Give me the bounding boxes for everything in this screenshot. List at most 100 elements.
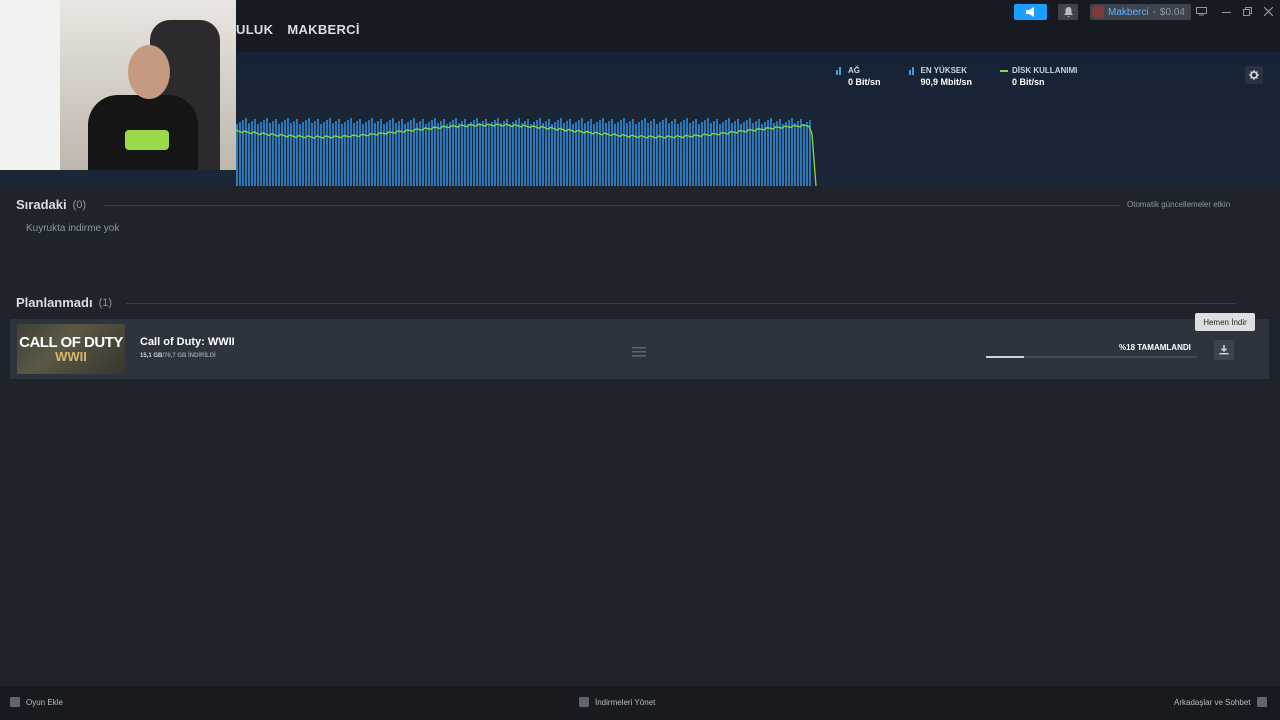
network-bar xyxy=(515,120,517,186)
network-bar xyxy=(344,122,346,186)
queue-count: (0) xyxy=(72,198,87,211)
network-bar xyxy=(479,123,481,186)
bell-icon xyxy=(1063,7,1073,17)
queue-title: Sıradaki xyxy=(16,197,67,212)
network-bar xyxy=(656,124,658,186)
network-bar xyxy=(686,118,688,186)
announcements-button[interactable] xyxy=(1014,4,1047,20)
nav-item-library[interactable]: ULUK xyxy=(236,22,273,37)
notifications-button[interactable] xyxy=(1058,4,1078,20)
network-bar xyxy=(284,120,286,186)
network-bar xyxy=(629,121,631,186)
network-bar xyxy=(542,123,544,186)
section-divider xyxy=(104,205,1120,206)
network-bar xyxy=(737,119,739,186)
network-bar xyxy=(749,118,751,186)
stat-disk-value: 0 Bit/sn xyxy=(1012,77,1045,87)
network-bar xyxy=(533,122,535,186)
network-bar xyxy=(776,121,778,186)
progress-bar xyxy=(986,356,1197,358)
network-bar xyxy=(452,120,454,186)
webcam-shirt-print xyxy=(125,130,169,150)
network-bar xyxy=(527,119,529,186)
network-bar xyxy=(347,120,349,186)
manage-downloads-button[interactable]: İndirmeleri Yönet xyxy=(579,697,655,707)
nav-item-profile[interactable]: MAKBERCİ xyxy=(287,22,359,37)
network-bar xyxy=(269,123,271,186)
network-bar xyxy=(596,122,598,186)
network-bar xyxy=(662,120,664,186)
network-bar xyxy=(449,122,451,186)
download-settings-button[interactable] xyxy=(1245,66,1263,84)
network-bar xyxy=(260,122,262,186)
big-picture-button[interactable] xyxy=(1194,4,1208,18)
account-menu[interactable]: Makberci - $0.04 xyxy=(1090,4,1191,20)
network-bar xyxy=(410,120,412,186)
network-bar xyxy=(518,118,520,186)
network-bar xyxy=(434,118,436,186)
network-bar xyxy=(401,119,403,186)
network-bar xyxy=(695,119,697,186)
network-bar xyxy=(353,123,355,186)
restore-button[interactable] xyxy=(1240,4,1254,18)
network-bar xyxy=(779,119,781,186)
close-button[interactable] xyxy=(1261,4,1275,18)
footer-bar: Oyun Ekle İndirmeleri Yönet Arkadaşlar v… xyxy=(0,686,1280,720)
game-capsule-art[interactable]: CALL OF DUTY WWII xyxy=(17,324,125,374)
network-bar xyxy=(359,119,361,186)
network-bar xyxy=(386,122,388,186)
network-bar xyxy=(581,118,583,186)
network-bar xyxy=(245,118,247,186)
unscheduled-count: (1) xyxy=(98,296,113,309)
drag-handle[interactable] xyxy=(632,344,646,357)
add-game-button[interactable]: Oyun Ekle xyxy=(10,697,63,707)
network-bar xyxy=(638,122,640,186)
network-bar xyxy=(293,121,295,186)
network-bar xyxy=(506,119,508,186)
game-title[interactable]: Call of Duty: WWII xyxy=(140,336,235,348)
network-bar xyxy=(419,121,421,186)
network-bar xyxy=(464,119,466,186)
network-bar xyxy=(314,121,316,186)
network-bar xyxy=(677,124,679,186)
network-bar xyxy=(290,123,292,186)
game-download-size: 15,1 GB/76,7 GB İNDİRİLDİ xyxy=(140,353,216,359)
network-bar xyxy=(368,120,370,186)
network-bar xyxy=(497,118,499,186)
network-bar xyxy=(356,121,358,186)
network-bar xyxy=(572,124,574,186)
network-bar xyxy=(617,122,619,186)
auto-updates-link[interactable]: Otomatik güncellemeler etkin xyxy=(1127,200,1230,209)
network-bar xyxy=(440,121,442,186)
network-bar xyxy=(341,124,343,186)
network-bar xyxy=(764,122,766,186)
network-bar xyxy=(632,119,634,186)
network-bar xyxy=(428,122,430,186)
network-bar xyxy=(275,119,277,186)
network-bar xyxy=(317,119,319,186)
network-bar xyxy=(242,120,244,186)
plus-icon xyxy=(10,697,20,707)
network-bar xyxy=(611,119,613,186)
avatar xyxy=(1092,6,1104,18)
minimize-button[interactable] xyxy=(1219,4,1233,18)
network-bar xyxy=(752,123,754,186)
stat-network-value: 0 Bit/sn xyxy=(848,77,881,87)
bar-chart-icon xyxy=(908,67,914,75)
friends-chat-button[interactable]: Arkadaşlar ve Sohbet xyxy=(1174,697,1267,707)
network-bar xyxy=(728,118,730,186)
network-bar xyxy=(680,122,682,186)
stat-peak-label: EN YÜKSEK xyxy=(920,66,968,75)
webcam-overlay xyxy=(0,0,236,170)
download-row[interactable]: CALL OF DUTY WWII Call of Duty: WWII 15,… xyxy=(10,319,1269,379)
network-bar xyxy=(599,120,601,186)
download-stats: AĞ 0 Bit/sn EN YÜKSEK 90,9 Mbit/sn DİSK KU… xyxy=(836,66,1077,87)
network-bar xyxy=(350,118,352,186)
download-now-button[interactable] xyxy=(1214,340,1234,360)
network-bar xyxy=(482,121,484,186)
progress-bar-fill xyxy=(986,356,1024,358)
network-bar xyxy=(374,123,376,186)
network-bar xyxy=(620,120,622,186)
network-bar xyxy=(605,123,607,186)
network-bar xyxy=(443,119,445,186)
